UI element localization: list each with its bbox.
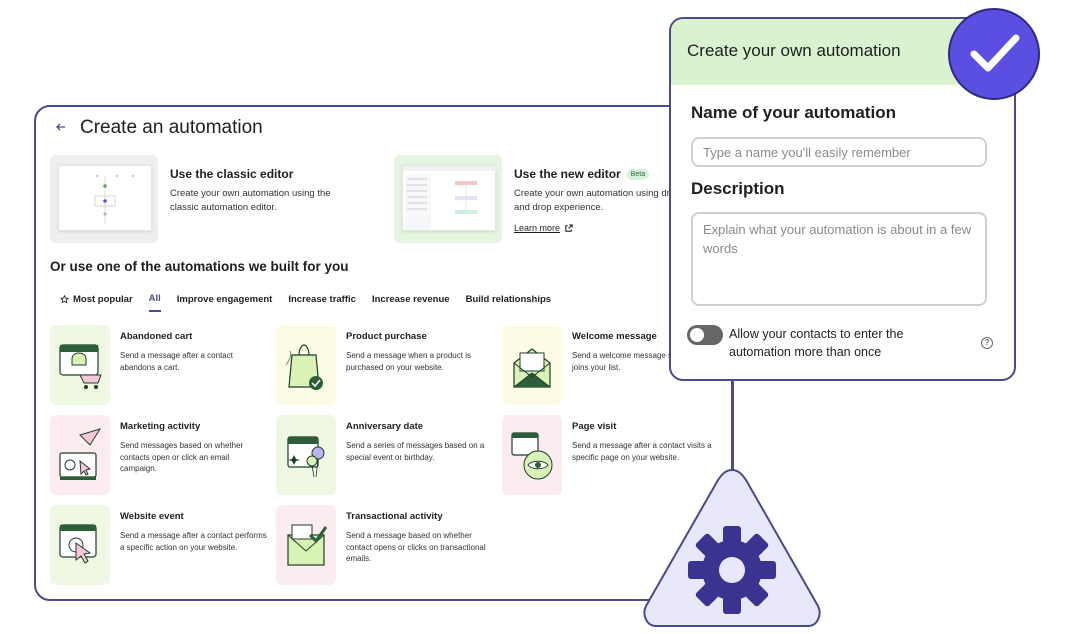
allow-reentry-toggle[interactable] [687,325,723,345]
tile-description: Send messages based on whether contacts … [120,441,244,473]
tab-label: Increase traffic [288,294,356,305]
tile-title: Abandoned cart [120,331,193,342]
template-tile-marketing-activity[interactable]: Marketing activity Send messages based o… [50,415,266,495]
automation-name-input[interactable] [691,137,987,167]
tile-description: Send a message after a contact visits a … [572,441,712,462]
gear-icon [643,468,821,627]
paper-plane-icon [50,415,110,495]
new-editor-thumbnail [394,155,502,243]
tile-title: Product purchase [346,331,427,342]
connector-line [731,381,733,469]
learn-more-label: Learn more [514,223,561,233]
new-editor-description: Create your own automation using drag an… [514,188,681,213]
question-circle-icon[interactable]: ? [981,337,993,349]
description-label: Description [691,179,785,198]
automation-panel: Create an automation Use the classic edi… [34,105,734,601]
classic-editor-title: Use the classic editor [170,167,294,181]
shopping-cart-icon [50,325,110,405]
tile-description: Send a message after a contact performs … [120,531,267,552]
tile-description: Send a message based on whether contact … [346,531,486,563]
eye-icon [502,415,562,495]
category-tabs: Most popular All Improve engagement Incr… [60,293,551,312]
external-link-icon [565,223,573,232]
new-editor-card[interactable]: Use the new editor Beta Create your own … [394,155,684,243]
tab-increase-revenue[interactable]: Increase revenue [372,293,450,312]
tile-title: Transactional activity [346,511,443,522]
tab-most-popular[interactable]: Most popular [60,293,133,312]
tab-all[interactable]: All [148,293,161,312]
new-editor-title-row: Use the new editor Beta [514,167,684,181]
classic-editor-thumbnail [50,155,158,243]
tile-title: Anniversary date [346,421,424,432]
checkmark-icon [948,8,1040,100]
tab-label: Increase revenue [371,294,450,305]
tab-label: All [148,293,161,304]
shopping-bag-icon [276,325,336,405]
classic-editor-card[interactable]: Use the classic editor Create your own a… [50,155,340,243]
tile-description: Send a message after a contact abandons … [120,351,233,372]
learn-more-link[interactable]: Learn more [514,223,573,233]
envelope-check-icon [276,505,336,585]
page-title: Create an automation [80,117,263,138]
template-tile-anniversary-date[interactable]: Anniversary date Send a series of messag… [276,415,492,495]
template-tile-abandoned-cart[interactable]: Abandoned cart Send a message after a co… [50,325,266,405]
new-editor-title: Use the new editor [514,167,621,181]
panel-header: Create an automation [56,117,263,139]
automation-templates-grid: Abandoned cart Send a message after a co… [50,325,718,585]
back-arrow-icon[interactable] [56,121,68,135]
tab-label: Most popular [73,294,133,305]
tab-label: Build relationships [465,294,552,305]
template-tile-transactional-activity[interactable]: Transactional activity Send a message ba… [276,505,492,585]
tab-build-relationships[interactable]: Build relationships [466,293,552,312]
beta-badge: Beta [626,168,650,180]
tile-title: Page visit [572,421,617,432]
tile-description: Send a series of messages based on a spe… [346,441,485,462]
tile-title: Marketing activity [120,421,201,432]
calendar-icon [276,415,336,495]
tile-description: Send a message when a product is purchas… [346,351,471,372]
star-icon [60,295,69,304]
tab-label: Improve engagement [176,294,273,305]
name-label: Name of your automation [691,103,896,122]
cursor-click-icon [50,505,110,585]
template-tile-product-purchase[interactable]: Product purchase Send a message when a p… [276,325,492,405]
tile-title: Website event [120,511,184,522]
section-title: Or use one of the automations we built f… [50,259,349,274]
envelope-icon [502,325,562,405]
automation-description-textarea[interactable] [691,212,987,306]
allow-reentry-label: Allow your contacts to enter the automat… [729,327,904,359]
template-tile-website-event[interactable]: Website event Send a message after a con… [50,505,267,585]
classic-editor-description: Create your own automation using the cla… [170,188,331,213]
tab-improve-engagement[interactable]: Improve engagement [177,293,273,312]
tab-increase-traffic[interactable]: Increase traffic [288,293,356,312]
